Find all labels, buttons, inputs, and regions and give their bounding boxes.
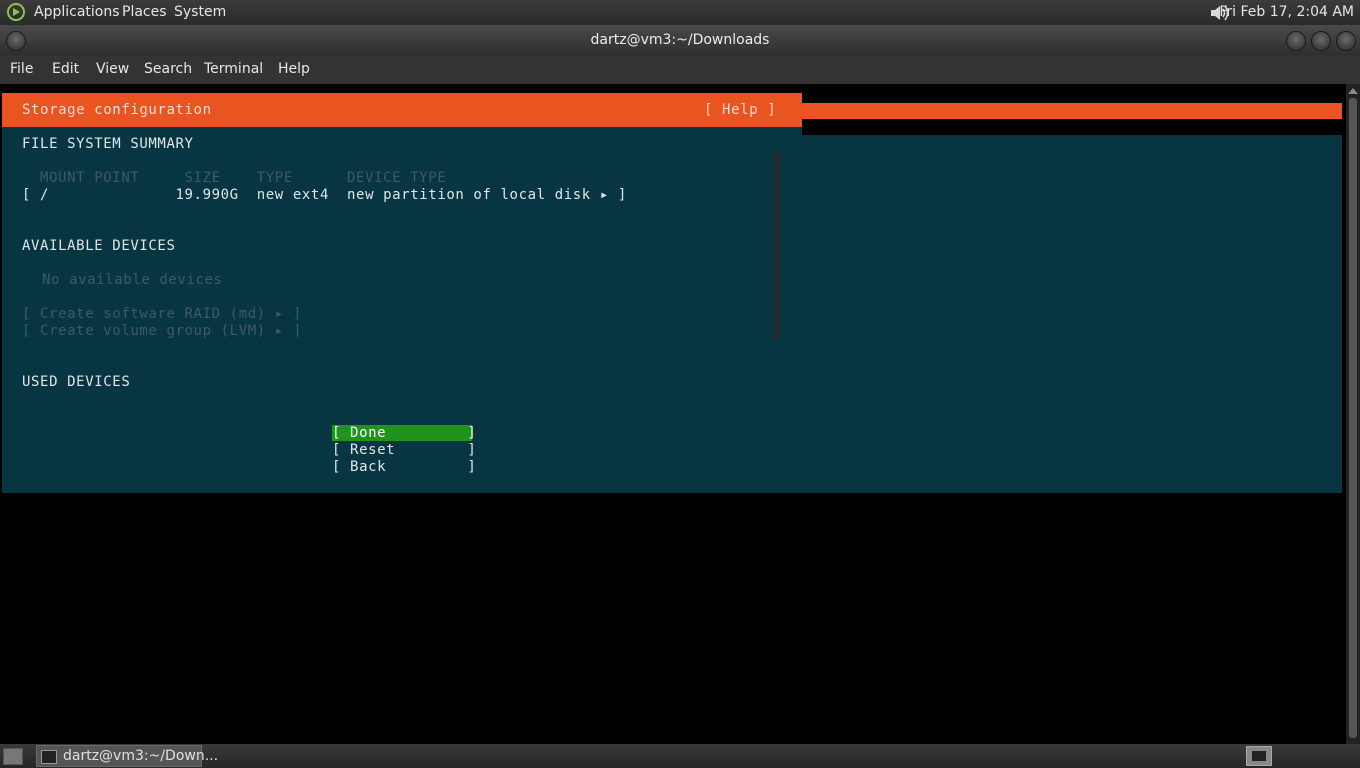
taskbar-window-button[interactable]: dartz@vm3:~/Down... <box>36 745 218 767</box>
window-title: dartz@vm3:~/Downloads <box>590 32 770 48</box>
terminal-menubar: File Edit View Search Terminal Help <box>0 55 1360 84</box>
menu-search[interactable]: Search <box>144 61 192 77</box>
menu-file[interactable]: File <box>10 61 33 77</box>
installer-scrollbar[interactable] <box>773 153 780 339</box>
used-devices-heading: USED DEVICES <box>22 374 131 390</box>
workspace-switcher[interactable] <box>1246 746 1272 766</box>
terminal-area[interactable]: Storage configuration [ Help ] FILE SYST… <box>0 84 1346 744</box>
system-menu[interactable]: System <box>174 4 226 20</box>
close-button[interactable] <box>1336 31 1356 51</box>
window-titlebar[interactable]: dartz@vm3:~/Downloads <box>0 25 1360 55</box>
scroll-thumb[interactable] <box>1349 98 1357 738</box>
available-devices-heading: AVAILABLE DEVICES <box>22 238 176 254</box>
distro-logo-icon[interactable] <box>6 2 26 22</box>
no-devices-text: No available devices <box>42 272 223 288</box>
menu-view[interactable]: View <box>96 61 129 77</box>
show-desktop-icon[interactable] <box>3 748 23 765</box>
bottom-panel: dartz@vm3:~/Down... <box>0 744 1360 768</box>
installer-title: Storage configuration <box>22 102 212 118</box>
installer-header-bar-extension <box>802 103 1342 119</box>
menu-terminal[interactable]: Terminal <box>204 61 263 77</box>
places-menu[interactable]: Places <box>122 4 167 20</box>
fs-row-root[interactable]: [ / 19.990G new ext4 new partition of lo… <box>22 187 627 203</box>
render-artifact <box>802 84 1342 103</box>
render-artifact <box>802 119 1342 135</box>
top-panel: Applications Places System Fri Feb 17, 2… <box>0 0 1360 25</box>
done-button[interactable]: [ Done ] <box>332 425 476 441</box>
fs-summary-heading: FILE SYSTEM SUMMARY <box>22 136 194 152</box>
maximize-button[interactable] <box>1311 31 1331 51</box>
installer-background <box>2 93 1342 493</box>
back-button[interactable]: [ Back ] <box>332 459 476 475</box>
terminal-scrollbar[interactable] <box>1346 84 1360 744</box>
applications-menu[interactable]: Applications <box>34 4 120 20</box>
help-button[interactable]: [ Help ] <box>704 102 776 118</box>
menu-edit[interactable]: Edit <box>52 61 79 77</box>
workspace-window-icon <box>1252 751 1266 761</box>
menu-help[interactable]: Help <box>278 61 310 77</box>
create-raid-button[interactable]: [ Create software RAID (md) ▸ ] <box>22 306 302 322</box>
minimize-button[interactable] <box>1286 31 1306 51</box>
taskbar-window-label: dartz@vm3:~/Down... <box>63 748 219 764</box>
scroll-up-arrow-icon[interactable] <box>1348 88 1358 94</box>
terminal-icon <box>41 750 57 764</box>
clock[interactable]: Fri Feb 17, 2:04 AM <box>1219 4 1354 20</box>
reset-button[interactable]: [ Reset ] <box>332 442 476 458</box>
create-lvm-button[interactable]: [ Create volume group (LVM) ▸ ] <box>22 323 302 339</box>
fs-column-headers: MOUNT POINT SIZE TYPE DEVICE TYPE <box>22 170 447 186</box>
